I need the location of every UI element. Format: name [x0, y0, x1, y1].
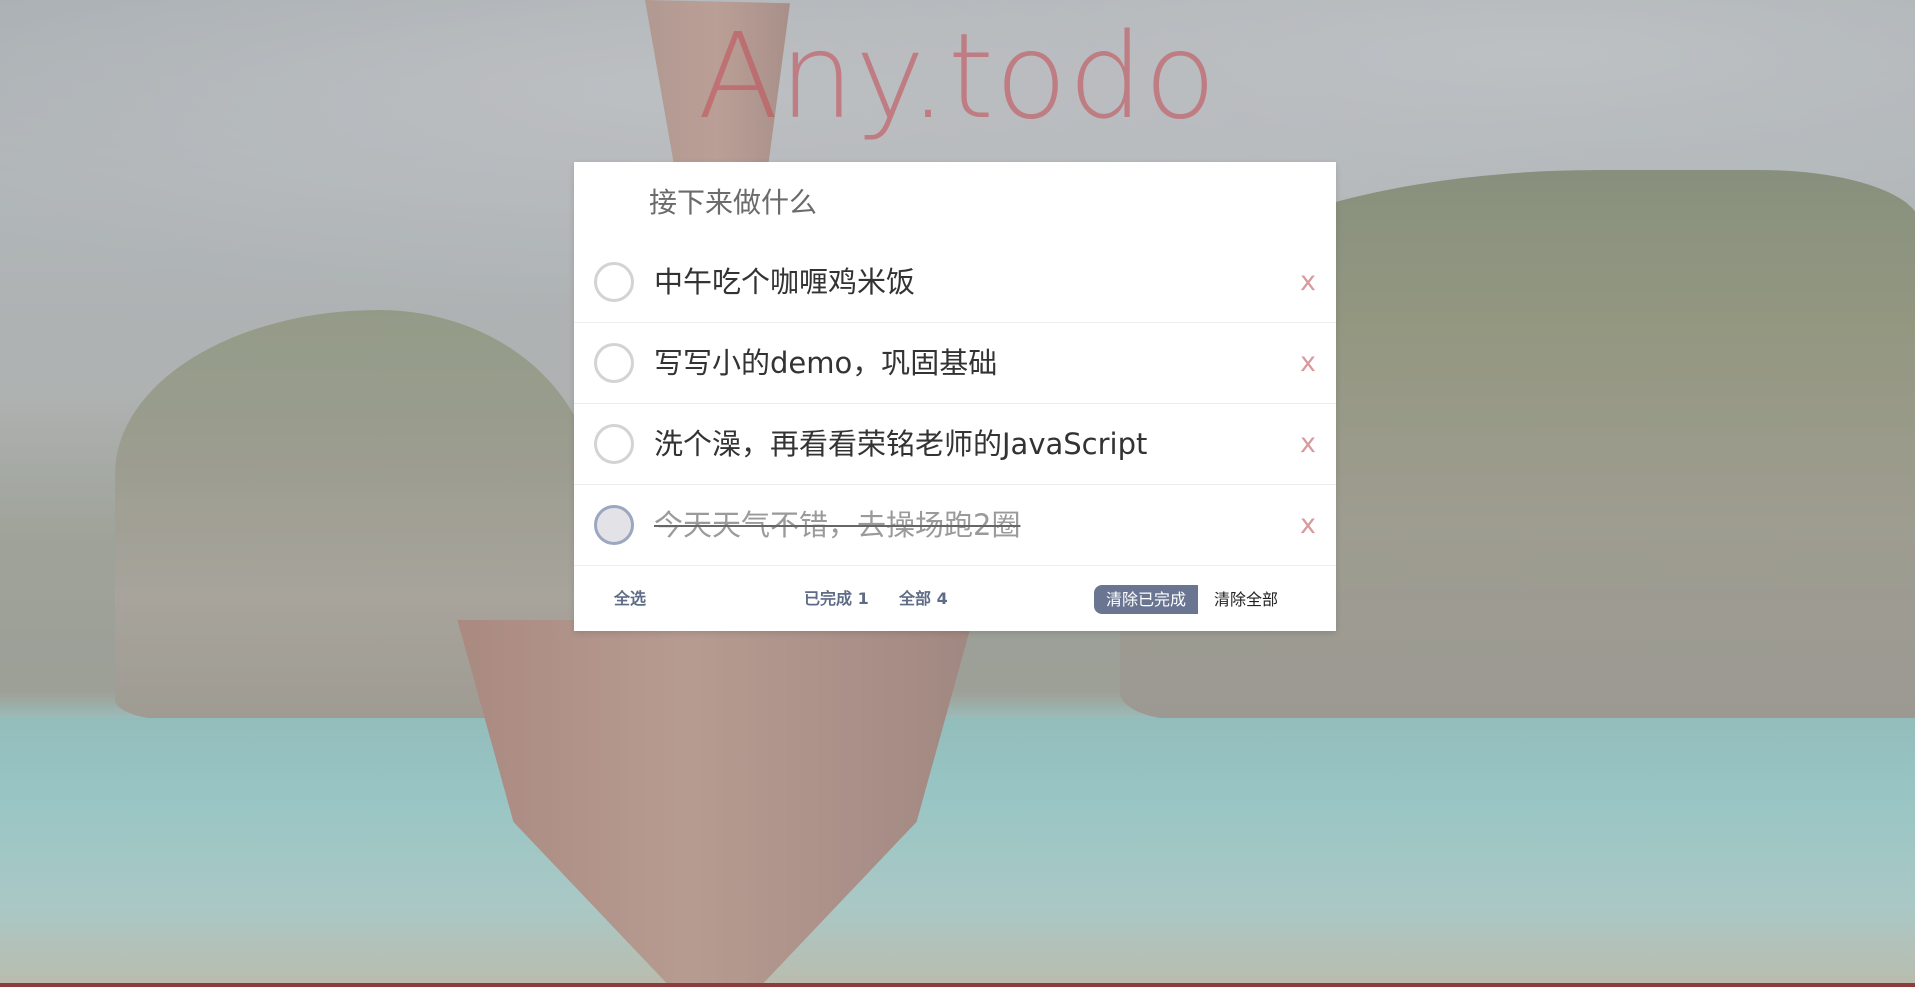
todo-footer: 全选 已完成 1 全部 4 清除已完成 清除全部: [574, 567, 1336, 631]
todo-toggle-checkbox[interactable]: [594, 505, 634, 545]
todo-text[interactable]: 今天天气不错，去操场跑2圈: [654, 485, 1020, 565]
todo-list: 中午吃个咖喱鸡米饭 x 写写小的demo，巩固基础 x 洗个澡，再看看荣铭老师的…: [574, 242, 1336, 566]
todo-item: 洗个澡，再看看荣铭老师的JavaScript x: [574, 404, 1336, 485]
filter-completed-count[interactable]: 已完成 1: [804, 567, 869, 631]
delete-todo-button[interactable]: x: [1300, 323, 1316, 403]
clear-all-button[interactable]: 清除全部: [1204, 585, 1288, 614]
bottom-border: [0, 983, 1915, 987]
todo-toggle-checkbox[interactable]: [594, 343, 634, 383]
todo-item: 写写小的demo，巩固基础 x: [574, 323, 1336, 404]
todo-text[interactable]: 中午吃个咖喱鸡米饭: [654, 242, 915, 322]
new-todo-input[interactable]: [574, 162, 1336, 242]
delete-todo-button[interactable]: x: [1300, 242, 1316, 322]
todo-item-completed: 今天天气不错，去操场跑2圈 x: [574, 485, 1336, 566]
delete-todo-button[interactable]: x: [1300, 485, 1316, 565]
todo-item: 中午吃个咖喱鸡米饭 x: [574, 242, 1336, 323]
todo-toggle-checkbox[interactable]: [594, 262, 634, 302]
clear-completed-button[interactable]: 清除已完成: [1094, 585, 1199, 614]
app-title: Any.todo: [697, 7, 1218, 145]
todo-toggle-checkbox[interactable]: [594, 424, 634, 464]
select-all-button[interactable]: 全选: [614, 567, 646, 631]
app-background: Any.todo 中午吃个咖喱鸡米饭 x 写写小的demo，巩固基础 x 洗个澡…: [0, 0, 1915, 987]
filter-all-count[interactable]: 全部 4: [899, 567, 948, 631]
delete-todo-button[interactable]: x: [1300, 404, 1316, 484]
todo-text[interactable]: 洗个澡，再看看荣铭老师的JavaScript: [654, 404, 1147, 484]
todo-card: 中午吃个咖喱鸡米饭 x 写写小的demo，巩固基础 x 洗个澡，再看看荣铭老师的…: [574, 162, 1336, 631]
todo-text[interactable]: 写写小的demo，巩固基础: [654, 323, 997, 403]
